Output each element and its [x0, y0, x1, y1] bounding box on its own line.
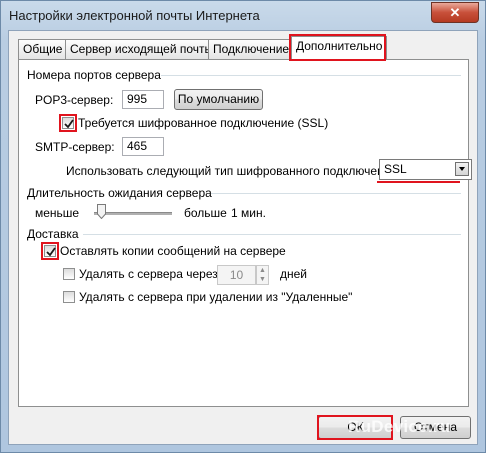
close-icon: ✕ [449, 5, 461, 20]
ssl-checkbox-highlight [59, 114, 77, 132]
dialog-client: Общие Сервер исходящей почты Подключение… [8, 30, 478, 445]
remove-deleted-checkbox[interactable] [63, 291, 75, 303]
smtp-port-input[interactable]: 465 [122, 137, 164, 156]
days-label: дней [280, 267, 308, 281]
delivery-group-divider [83, 234, 461, 235]
timeout-value: 1 мин. [231, 206, 266, 220]
spin-down-icon[interactable]: ▼ [257, 275, 268, 284]
timeout-group-label: Длительность ожидания сервера [27, 186, 212, 200]
tab-connection[interactable]: Подключение [208, 39, 295, 59]
watermark: RuDevice.ru [348, 417, 451, 436]
settings-dialog: Настройки электронной почты Интернета ✕ … [0, 0, 486, 453]
timeout-slider-thumb[interactable] [97, 204, 107, 220]
keep-copies-label: Оставлять копии сообщений на сервере [60, 244, 286, 258]
days-spin-buttons[interactable]: ▲ ▼ [256, 265, 269, 285]
ssl-required-label: Требуется шифрованное подключение (SSL) [78, 116, 329, 130]
tab-general[interactable]: Общие [18, 39, 68, 59]
delivery-group-label: Доставка [27, 227, 79, 241]
days-spinbox[interactable]: 10 [217, 265, 256, 285]
remove-deleted-label: Удалять с сервера при удалении из "Удале… [79, 290, 353, 304]
remove-after-checkbox[interactable] [63, 268, 75, 280]
timeout-more-label: больше [184, 206, 227, 220]
smtp-label: SMTP-сервер: [35, 140, 115, 154]
encryption-type-label: Использовать следующий тип шифрованного … [66, 164, 401, 178]
keep-copies-highlight [41, 242, 59, 260]
remove-after-label: Удалять с сервера через [79, 267, 218, 281]
timeout-group-divider [211, 193, 461, 194]
ports-group-divider [161, 75, 461, 76]
pop3-label: POP3-сервер: [35, 93, 114, 107]
default-ports-button[interactable]: По умолчанию [174, 89, 263, 110]
days-value: 10 [229, 268, 244, 282]
ports-group-label: Номера портов сервера [27, 68, 161, 82]
timeout-less-label: меньше [35, 206, 80, 220]
pop3-port-input[interactable]: 995 [122, 90, 164, 109]
window-title: Настройки электронной почты Интернета [9, 8, 260, 23]
tab-panel-advanced: Номера портов сервера POP3-сервер: 995 П… [18, 59, 472, 407]
close-button[interactable]: ✕ [431, 2, 479, 23]
tab-outgoing-server[interactable]: Сервер исходящей почты [65, 39, 219, 59]
encryption-select-highlight [377, 158, 460, 183]
tab-advanced-highlight [289, 34, 386, 61]
slider-thumb-icon [97, 204, 107, 220]
spin-up-icon[interactable]: ▲ [257, 266, 268, 275]
